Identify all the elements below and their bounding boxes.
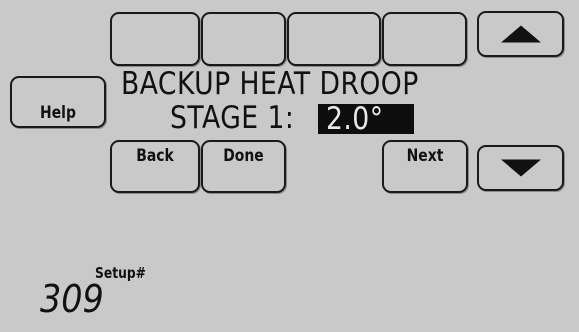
blank-key-4[interactable] bbox=[382, 12, 467, 66]
blank-key-3[interactable] bbox=[287, 12, 381, 66]
next-button-label: Next bbox=[406, 146, 444, 166]
help-button-label: Help bbox=[40, 103, 76, 123]
up-arrow-icon bbox=[500, 25, 541, 43]
setting-value-text: 2.0° bbox=[326, 101, 384, 137]
blank-key-2[interactable] bbox=[201, 12, 286, 66]
down-arrow-button[interactable] bbox=[477, 145, 564, 191]
setting-value: 2.0° bbox=[318, 101, 414, 137]
help-button[interactable]: Help bbox=[10, 76, 106, 128]
thermostat-screen: Help BACKUP HEAT DROOP STAGE 1: 2.0° Bac… bbox=[0, 0, 579, 332]
done-button-label: Done bbox=[223, 146, 264, 166]
setting-title: BACKUP HEAT DROOP bbox=[121, 66, 419, 102]
next-button[interactable]: Next bbox=[382, 140, 468, 193]
setup-number: 309 bbox=[40, 277, 104, 321]
back-button-label: Back bbox=[136, 146, 174, 166]
blank-key-1[interactable] bbox=[110, 12, 200, 66]
up-arrow-button[interactable] bbox=[477, 11, 564, 57]
down-arrow-icon bbox=[500, 159, 541, 177]
back-button[interactable]: Back bbox=[110, 140, 200, 193]
setting-stage-label: STAGE 1: bbox=[170, 100, 295, 136]
done-button[interactable]: Done bbox=[201, 140, 286, 193]
